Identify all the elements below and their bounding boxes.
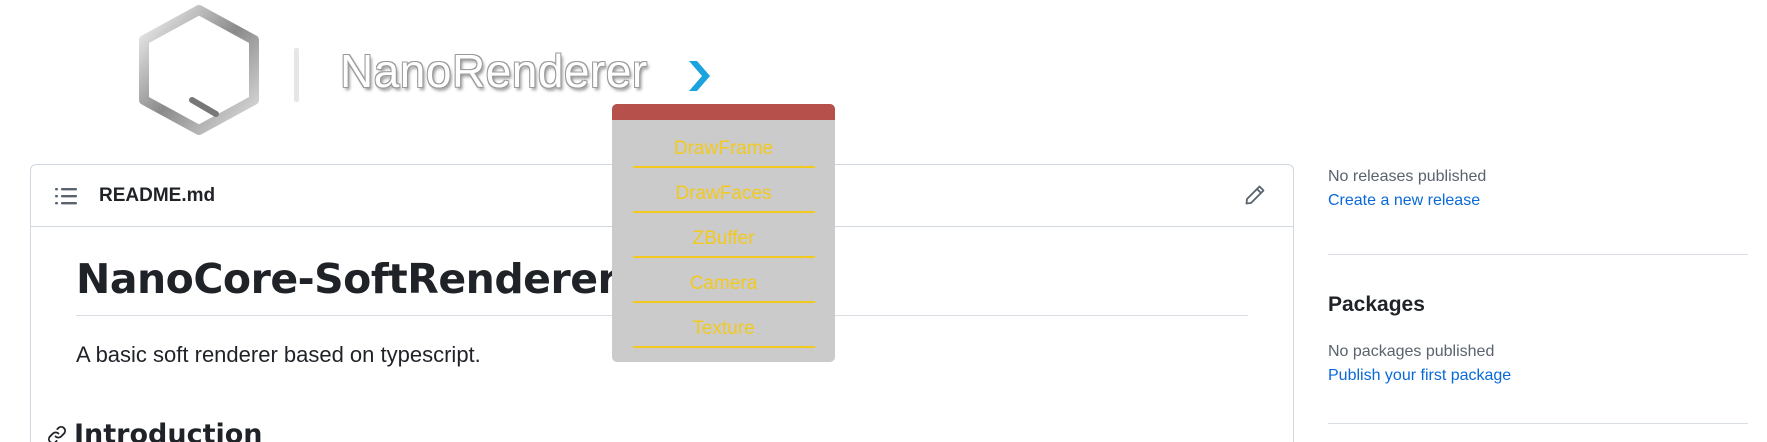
create-release-link[interactable]: Create a new release xyxy=(1328,192,1480,210)
link-icon[interactable] xyxy=(46,424,68,442)
hexagon-logo-icon xyxy=(139,5,259,135)
readme-filename[interactable]: README.md xyxy=(99,185,215,207)
dropdown-header-bar xyxy=(612,104,835,120)
menu-item-camera[interactable]: Camera xyxy=(632,267,815,303)
banner-title: NanoRenderer xyxy=(340,45,648,97)
packages-heading[interactable]: Packages xyxy=(1328,293,1748,317)
menu-item-drawframe[interactable]: DrawFrame xyxy=(632,132,815,168)
banner-divider xyxy=(294,48,299,102)
chevron-right-icon xyxy=(689,61,710,91)
publish-package-link[interactable]: Publish your first package xyxy=(1328,367,1511,385)
pencil-icon[interactable] xyxy=(1243,183,1267,207)
repo-sidebar: No releases published Create a new relea… xyxy=(1328,168,1748,424)
sidebar-divider xyxy=(1328,254,1748,255)
sidebar-divider xyxy=(1328,423,1748,424)
dropdown-menu: DrawFrame DrawFaces ZBuffer Camera Textu… xyxy=(612,104,835,362)
menu-item-drawfaces[interactable]: DrawFaces xyxy=(632,177,815,213)
dropdown-list: DrawFrame DrawFaces ZBuffer Camera Textu… xyxy=(612,120,835,348)
list-icon[interactable] xyxy=(55,187,77,205)
releases-status: No releases published xyxy=(1328,168,1487,185)
section-heading: Introduction xyxy=(74,419,263,442)
section-heading-row: Introduction xyxy=(46,419,263,442)
menu-item-texture[interactable]: Texture xyxy=(632,312,815,348)
packages-status: No packages published xyxy=(1328,343,1495,360)
menu-item-zbuffer[interactable]: ZBuffer xyxy=(632,222,815,258)
